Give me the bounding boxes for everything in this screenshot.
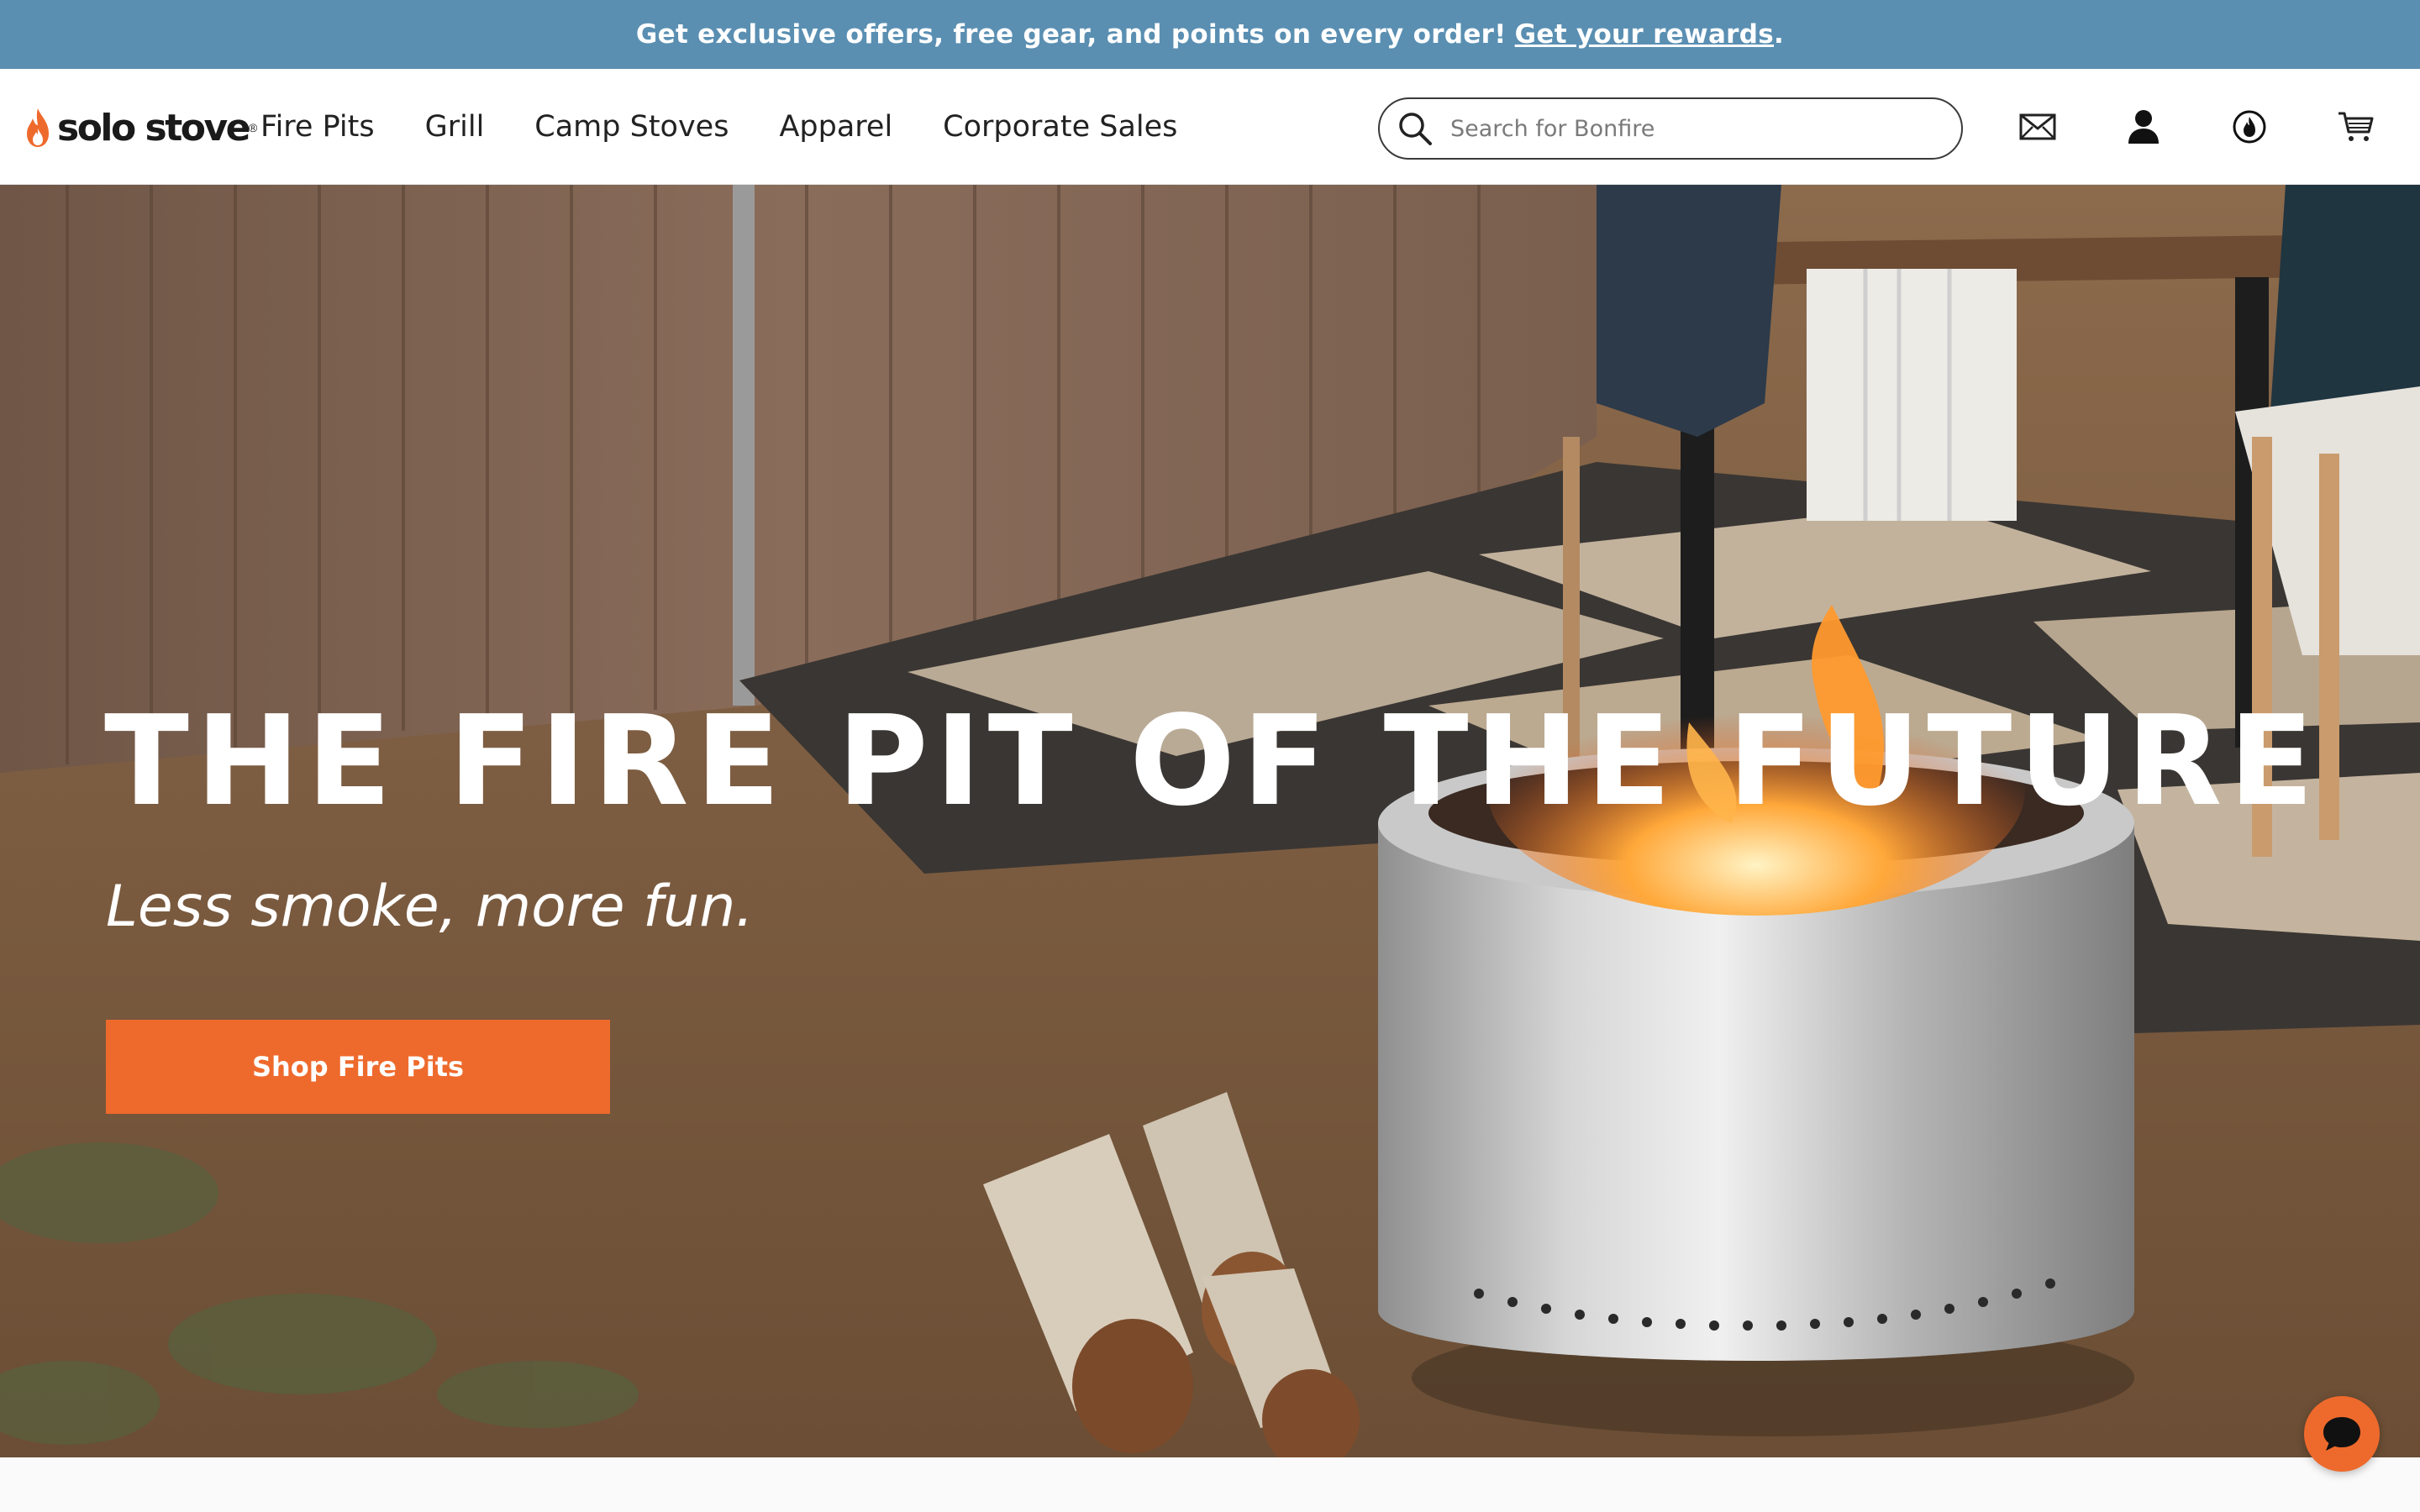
promo-banner: Get exclusive offers, free gear, and poi…	[0, 0, 2420, 69]
promo-rewards-link[interactable]: Get your rewards	[1515, 19, 1774, 50]
site-logo[interactable]: solo stove ®	[24, 104, 257, 151]
search-box[interactable]	[1378, 97, 1963, 160]
hero-banner: THE FIRE PIT OF THE FUTURE Less smoke, m…	[0, 185, 2420, 1457]
main-nav: Fire Pits Grill Camp Stoves Apparel Corp…	[260, 69, 1228, 185]
search-icon[interactable]	[1397, 110, 1434, 147]
promo-suffix: .	[1774, 19, 1785, 50]
mail-icon[interactable]	[2017, 106, 2059, 148]
chat-bubble-icon	[2323, 1417, 2360, 1451]
shop-fire-pits-button[interactable]: Shop Fire Pits	[106, 1020, 610, 1114]
hero-subtitle: Less smoke, more fun.	[106, 874, 754, 940]
nav-item-fire-pits[interactable]: Fire Pits	[260, 110, 375, 144]
nav-item-camp-stoves[interactable]: Camp Stoves	[534, 110, 729, 144]
chat-button[interactable]	[2304, 1396, 2380, 1472]
account-icon[interactable]	[2123, 106, 2165, 148]
search-input[interactable]	[1450, 115, 1938, 142]
promo-text: Get exclusive offers, free gear, and poi…	[635, 19, 1507, 50]
logo-flame-icon	[27, 108, 49, 147]
content-below-fold	[0, 1457, 2420, 1512]
rewards-flame-icon[interactable]	[2228, 106, 2270, 148]
cart-icon[interactable]	[2334, 106, 2376, 148]
nav-item-grill[interactable]: Grill	[425, 110, 485, 144]
nav-item-apparel[interactable]: Apparel	[779, 110, 892, 144]
hero-title: THE FIRE PIT OF THE FUTURE	[104, 689, 2321, 833]
logo-wordmark: solo stove	[57, 106, 251, 150]
site-header: solo stove ® Fire Pits Grill Camp Stoves …	[0, 69, 2420, 185]
nav-item-corporate-sales[interactable]: Corporate Sales	[943, 110, 1177, 144]
